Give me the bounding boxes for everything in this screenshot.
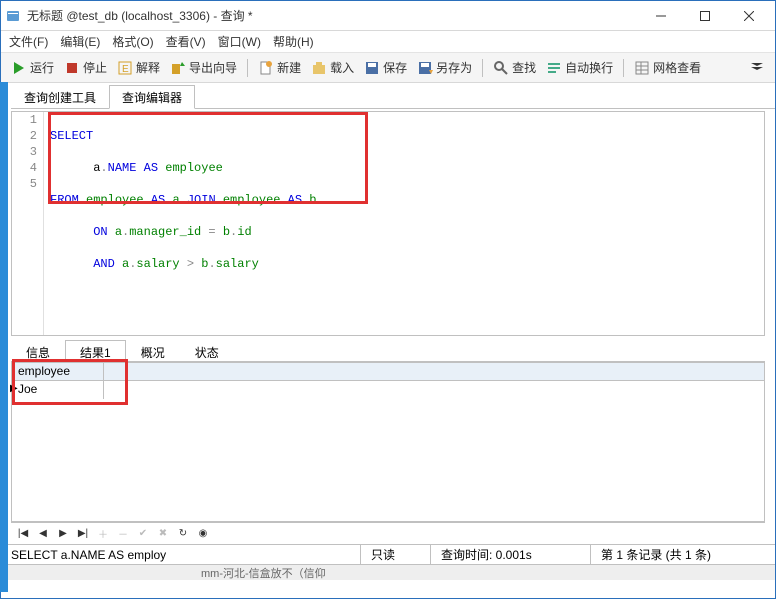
last-record-button[interactable]: ▶| — [75, 526, 91, 542]
status-records: 第 1 条记录 (共 1 条) — [591, 545, 721, 564]
menu-window[interactable]: 窗口(W) — [218, 33, 261, 50]
close-button[interactable] — [727, 1, 771, 31]
record-navigator: |◀ ◀ ▶ ▶| ＋ － ✔ ✖ ↻ ◉ — [11, 522, 765, 544]
toolbar: 运行 停止 E解释 导出向导 新建 载入 保存 另存为 查找 自动换行 网格查看 — [1, 53, 775, 83]
toolbar-overflow[interactable] — [745, 58, 769, 77]
export-icon — [170, 60, 186, 76]
tab-info[interactable]: 信息 — [11, 340, 65, 362]
line-number: 5 — [12, 176, 43, 192]
menubar: 文件(F) 编辑(E) 格式(O) 查看(V) 窗口(W) 帮助(H) — [1, 31, 775, 53]
menu-view[interactable]: 查看(V) — [166, 33, 206, 50]
svg-text:E: E — [122, 64, 129, 75]
cell-employee[interactable]: ▶Joe — [12, 381, 104, 399]
stop-button[interactable]: 停止 — [60, 56, 111, 79]
menu-help[interactable]: 帮助(H) — [273, 33, 314, 50]
status-readonly: 只读 — [361, 545, 431, 564]
explain-button[interactable]: E解释 — [113, 56, 164, 79]
current-row-marker: ▶ — [10, 383, 18, 394]
autowrap-button[interactable]: 自动换行 — [542, 56, 617, 79]
export-button[interactable]: 导出向导 — [166, 56, 241, 79]
refresh-button[interactable]: ↻ — [175, 526, 191, 542]
grid-header: employee — [12, 363, 764, 381]
table-row[interactable]: ▶Joe — [12, 381, 764, 399]
play-icon — [11, 60, 27, 76]
first-record-button[interactable]: |◀ — [15, 526, 31, 542]
load-icon — [311, 60, 327, 76]
menu-edit[interactable]: 编辑(E) — [60, 33, 100, 50]
next-record-button[interactable]: ▶ — [55, 526, 71, 542]
status-time: 查询时间: 0.001s — [431, 545, 591, 564]
result-grid[interactable]: employee ▶Joe — [11, 362, 765, 522]
status-bar: SELECT a.NAME AS employ 只读 查询时间: 0.001s … — [1, 544, 775, 564]
wrap-icon — [546, 60, 562, 76]
left-edge-strip — [0, 82, 8, 592]
separator — [247, 59, 248, 77]
app-icon — [5, 8, 21, 24]
search-icon — [493, 60, 509, 76]
line-number: 2 — [12, 128, 43, 144]
find-button[interactable]: 查找 — [489, 56, 540, 79]
code-content[interactable]: SELECT a.NAME AS employee FROM employee … — [44, 112, 316, 335]
separator — [623, 59, 624, 77]
saveas-icon — [417, 60, 433, 76]
tab-query-editor[interactable]: 查询编辑器 — [109, 85, 195, 109]
maximize-button[interactable] — [683, 1, 727, 31]
save-button[interactable]: 保存 — [360, 56, 411, 79]
gridview-button[interactable]: 网格查看 — [630, 56, 705, 79]
line-number: 4 — [12, 160, 43, 176]
run-button[interactable]: 运行 — [7, 56, 58, 79]
new-icon — [258, 60, 274, 76]
prev-record-button[interactable]: ◀ — [35, 526, 51, 542]
saveas-button[interactable]: 另存为 — [413, 56, 476, 79]
sql-editor[interactable]: 1 2 3 4 5 SELECT a.NAME AS employee FROM… — [11, 111, 765, 336]
editor-tabs: 查询创建工具 查询编辑器 — [11, 85, 775, 109]
line-number: 1 — [12, 112, 43, 128]
tab-overview[interactable]: 概况 — [126, 340, 180, 362]
separator — [482, 59, 483, 77]
window-title: 无标题 @test_db (localhost_3306) - 查询 * — [27, 7, 639, 24]
cancel-button[interactable]: ✖ — [155, 526, 171, 542]
explain-icon: E — [117, 60, 133, 76]
stop-icon — [64, 60, 80, 76]
minimize-button[interactable] — [639, 1, 683, 31]
line-gutter: 1 2 3 4 5 — [12, 112, 44, 335]
save-icon — [364, 60, 380, 76]
grid-icon — [634, 60, 650, 76]
column-header-employee[interactable]: employee — [12, 363, 104, 380]
tab-query-builder[interactable]: 查询创建工具 — [11, 85, 109, 109]
tab-status[interactable]: 状态 — [180, 340, 234, 362]
apply-button[interactable]: ✔ — [135, 526, 151, 542]
menu-file[interactable]: 文件(F) — [9, 33, 48, 50]
new-button[interactable]: 新建 — [254, 56, 305, 79]
load-button[interactable]: 载入 — [307, 56, 358, 79]
status-sql: SELECT a.NAME AS employ — [1, 545, 361, 564]
tab-result1[interactable]: 结果1 — [65, 340, 126, 362]
titlebar: 无标题 @test_db (localhost_3306) - 查询 * — [1, 1, 775, 31]
menu-format[interactable]: 格式(O) — [112, 33, 153, 50]
delete-record-button[interactable]: － — [115, 526, 131, 542]
line-number: 3 — [12, 144, 43, 160]
stop-refresh-button[interactable]: ◉ — [195, 526, 211, 542]
add-record-button[interactable]: ＋ — [95, 526, 111, 542]
result-tabs: 信息 结果1 概况 状态 — [11, 340, 765, 362]
footer-strip: mm-河北-信盒放不（信仰 — [1, 564, 775, 580]
